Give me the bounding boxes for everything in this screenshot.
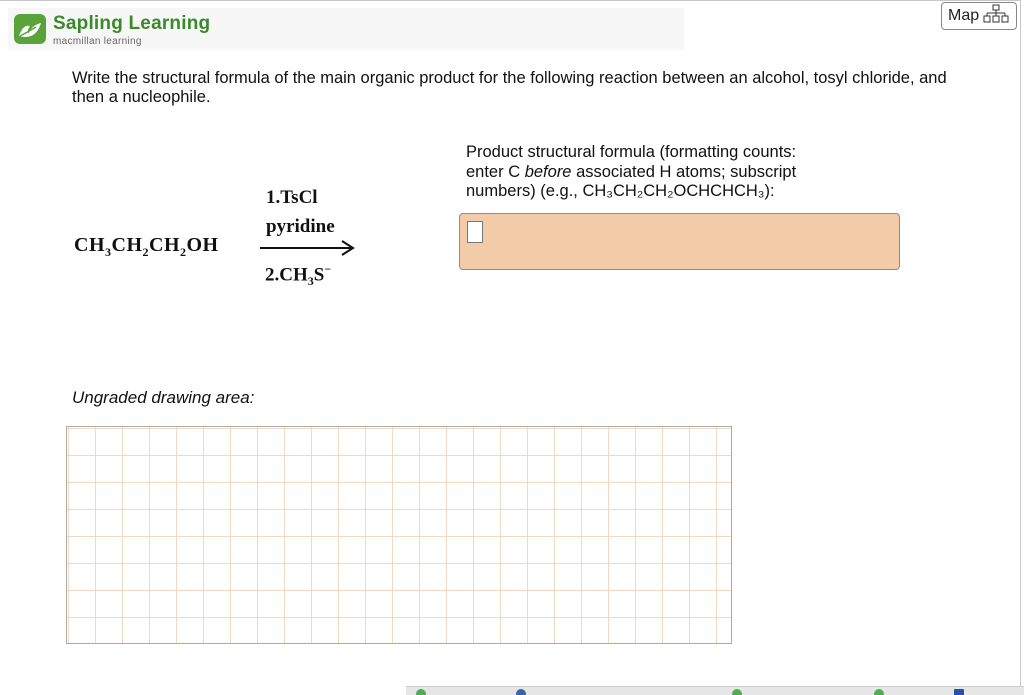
sapling-logo: Sapling Learning macmillan learning [14, 14, 210, 48]
brand-tagline: macmillan learning [53, 36, 142, 47]
product-formula-input[interactable] [459, 213, 900, 270]
check-answer-icon[interactable] [732, 689, 742, 695]
reagent-step1-solvent: pyridine [266, 216, 335, 237]
next-icon[interactable] [874, 689, 884, 695]
exit-icon[interactable] [954, 689, 964, 695]
map-button[interactable]: Map [941, 2, 1017, 30]
brand-name: Sapling Learning [53, 13, 211, 34]
map-button-label: Map [948, 7, 980, 24]
reactant-formula: CH3CH2CH2OH [74, 234, 219, 259]
reagent-step1: 1.TsCl [266, 187, 318, 208]
give-up-icon[interactable] [516, 689, 526, 695]
question-text: Write the structural formula of the main… [72, 69, 947, 106]
drawing-area-grid[interactable] [66, 426, 732, 644]
drawing-area-label: Ungraded drawing area: [72, 388, 255, 407]
reaction-arrow-icon [260, 238, 356, 263]
previous-icon[interactable] [416, 689, 426, 695]
text-cursor-placeholder [467, 221, 483, 243]
sapling-leaf-icon [14, 14, 46, 44]
reagent-step2: 2.CH3S− [265, 262, 332, 289]
sitemap-icon [983, 4, 1009, 29]
answer-prompt: Product structural formula (formatting c… [466, 143, 797, 200]
